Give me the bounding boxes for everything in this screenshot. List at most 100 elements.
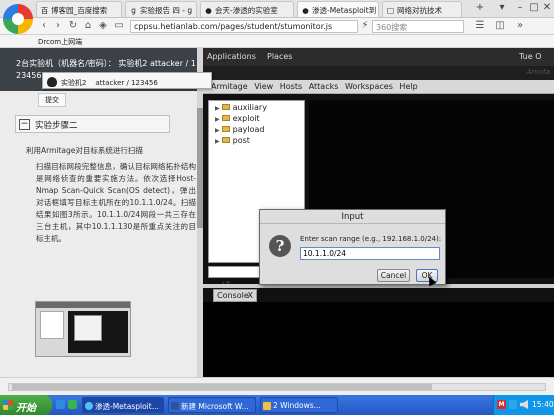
linux-penguin-icon <box>47 77 57 87</box>
scan-range-dialog: Input ? Enter scan range (e.g., 192.168.… <box>259 209 446 285</box>
folder-icon <box>221 115 230 121</box>
expand-icon[interactable]: ▶ <box>215 138 220 145</box>
forward-icon[interactable]: › <box>52 20 64 31</box>
address-bar-row: ‹ › ↻ ⌂ ◈ ▭ cppsu.hetianlab.com/pages/st… <box>0 18 554 35</box>
bookmark-drcom[interactable]: Drcom上网端 <box>38 38 82 46</box>
maximize-icon[interactable]: □ <box>528 2 540 13</box>
word-icon <box>171 402 179 410</box>
task-label: 2 Windows... <box>273 401 321 410</box>
armitage-menubar: Armitage View Hosts Attacks Workspaces H… <box>203 80 554 94</box>
close-tab-icon[interactable]: X <box>248 291 253 300</box>
bookmark-bar: Drcom上网端 <box>0 35 554 48</box>
expand-icon[interactable]: ▶ <box>215 105 220 112</box>
screenshot-thumbnail[interactable] <box>35 301 131 357</box>
tooltip-credentials: attacker / 123456 <box>95 79 158 87</box>
tree-label: post <box>232 136 250 145</box>
menu-armitage[interactable]: Armitage <box>211 82 248 91</box>
folder-icon <box>221 137 230 143</box>
submit-button[interactable]: 提交 <box>38 93 66 107</box>
home-icon[interactable]: ⌂ <box>82 20 94 31</box>
tab-report[interactable]: g 实验报告 四 - g <box>125 1 197 17</box>
back-icon[interactable]: ‹ <box>38 20 50 31</box>
instructions-panel: 2台实验机（机器名/密码）： 实验机2 attacker / 1 23456 提… <box>0 48 203 377</box>
browser-status-bar <box>0 377 554 395</box>
step-subtitle: 利用Armitage对目标系统进行扫描 <box>26 146 143 155</box>
armitage-titlebar: Armita <box>203 66 554 80</box>
task-label: 渗透-Metasploit... <box>95 402 159 411</box>
step-title: 实验步骤二 <box>35 121 78 131</box>
page-icon: ▭ <box>114 20 124 31</box>
console-output[interactable] <box>203 302 554 377</box>
start-button[interactable]: 开始 <box>0 395 52 415</box>
windows-logo-icon <box>3 400 13 410</box>
folder-icon <box>263 402 271 410</box>
places-menu[interactable]: Places <box>267 52 292 61</box>
tab-icon: □ <box>386 6 395 15</box>
close-window-icon[interactable]: ✕ <box>541 2 553 13</box>
menu-help[interactable]: Help <box>399 82 417 91</box>
collapse-icon[interactable]: − <box>19 119 30 130</box>
vm-clock: Tue O <box>519 52 542 61</box>
refresh-icon[interactable]: ↻ <box>67 20 79 31</box>
tab-network[interactable]: □ 网络对抗技术 <box>382 1 462 17</box>
shield-icon[interactable]: ◈ <box>97 20 109 31</box>
task-word[interactable]: 新建 Microsoft W... <box>168 397 256 413</box>
url-field[interactable]: cppsu.hetianlab.com/pages/student/stumon… <box>130 20 358 33</box>
task-metasploit[interactable]: 渗透-Metasploit... <box>82 397 164 413</box>
tab-metasploit[interactable]: ● 渗透-Metasploit到 <box>297 1 379 17</box>
arrow-icon[interactable]: » <box>514 20 526 31</box>
tab-icon: ● <box>205 6 212 15</box>
step-section-header[interactable]: − 实验步骤二 <box>15 115 170 133</box>
menu-view[interactable]: View <box>254 82 273 91</box>
expand-icon[interactable]: ▶ <box>215 127 220 134</box>
menu-attacks[interactable]: Attacks <box>309 82 339 91</box>
minimize-icon[interactable]: – <box>514 2 526 13</box>
tree-label: auxiliary <box>232 103 267 112</box>
tree-item-exploit[interactable]: ▶ exploit <box>215 114 260 123</box>
browser-icon <box>85 402 93 410</box>
machine-tooltip: 实验机2 attacker / 123456 <box>42 72 212 89</box>
network-icon[interactable] <box>509 400 517 409</box>
menu-workspaces[interactable]: Workspaces <box>345 82 393 91</box>
ie-icon[interactable] <box>56 400 65 409</box>
tree-item-post[interactable]: ▶ post <box>215 136 250 145</box>
tree-label: payload <box>232 125 265 134</box>
tab-baidu[interactable]: 百博客园_百度搜索 <box>36 1 122 17</box>
taskbar-clock: 15:40 <box>532 400 554 409</box>
gmail-icon[interactable]: M <box>497 400 506 409</box>
scan-range-input[interactable] <box>300 247 440 260</box>
system-tray: M 15:40 <box>493 395 554 415</box>
folder-icon <box>221 126 230 132</box>
start-label: 开始 <box>16 403 36 414</box>
tab-lab[interactable]: ● 会天-渗透的实验室 <box>200 1 294 17</box>
task-windows-group[interactable]: 2 Windows... <box>260 397 338 413</box>
expand-icon[interactable]: ▶ <box>215 116 220 123</box>
quicklaunch-browser-icon[interactable] <box>68 400 77 409</box>
cancel-button[interactable]: Cancel <box>377 269 410 282</box>
menu-icon[interactable]: ☰ <box>474 20 486 31</box>
new-tab-icon[interactable]: + <box>474 2 486 13</box>
search-input[interactable]: 360搜索 <box>372 20 464 33</box>
tab-console[interactable]: Console X <box>213 289 257 302</box>
horizontal-scroll-thumb[interactable] <box>12 384 432 390</box>
browser-logo[interactable] <box>3 4 33 34</box>
tab-label: 网络对抗技术 <box>397 6 442 15</box>
tab-label: 博客园_百度搜索 <box>51 6 108 15</box>
question-icon: ? <box>269 235 291 257</box>
tab-label: 实验报告 四 - g <box>140 6 193 15</box>
tree-item-payload[interactable]: ▶ payload <box>215 125 264 134</box>
ext-icon[interactable]: ◫ <box>494 20 506 31</box>
tab-icon: g <box>131 6 136 15</box>
step-instructions: 扫描目标网段完整信息，确认目标网络拓扑结构是网络侦查的重要实施方法。依次选择Ho… <box>36 162 196 243</box>
lightning-icon[interactable]: ⚡ <box>359 20 371 31</box>
tab-list-icon[interactable]: ▾ <box>496 2 508 13</box>
menu-hosts[interactable]: Hosts <box>280 82 302 91</box>
header-line: 2台实验机（机器名/密码）： 实验机2 attacker / 1 <box>16 59 196 68</box>
armitage-title: Armita <box>526 68 550 76</box>
task-label: 新建 Microsoft W... <box>181 402 249 411</box>
volume-icon[interactable] <box>520 400 528 409</box>
tree-item-auxiliary[interactable]: ▶ auxiliary <box>215 103 267 112</box>
applications-menu[interactable]: Applications <box>207 52 256 61</box>
folder-icon <box>221 104 230 110</box>
tooltip-machine: 实验机2 <box>61 79 87 87</box>
